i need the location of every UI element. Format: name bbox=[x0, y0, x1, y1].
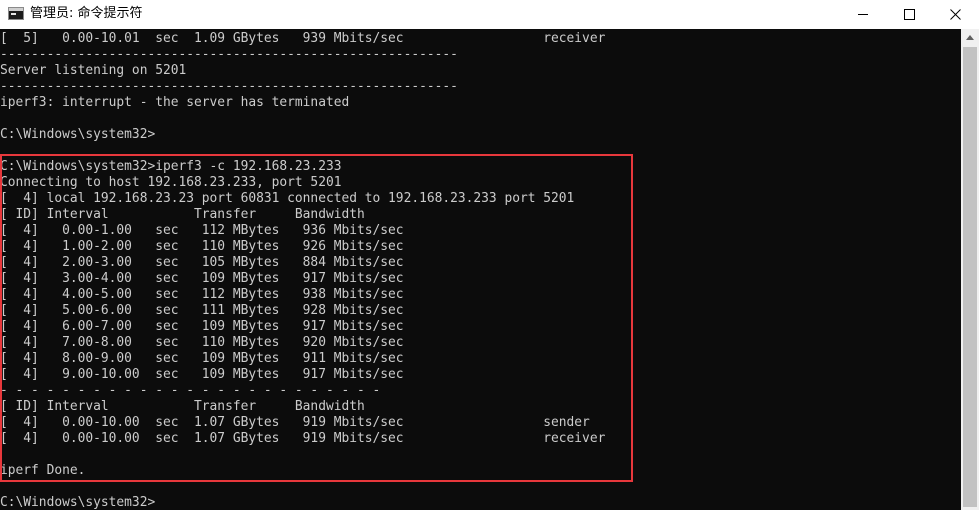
console-line: [ 5] 0.00-10.01 sec 1.09 GBytes 939 Mbit… bbox=[0, 31, 606, 46]
console-line: C:\Windows\system32> bbox=[0, 495, 156, 510]
maximize-icon bbox=[904, 9, 915, 20]
scrollbar-thumb[interactable] bbox=[963, 47, 977, 507]
console-line: ----------------------------------------… bbox=[0, 47, 458, 62]
console-line: ----------------------------------------… bbox=[0, 79, 458, 94]
vertical-scrollbar[interactable] bbox=[961, 29, 979, 510]
close-button[interactable] bbox=[932, 0, 978, 29]
console-line: Server listening on 5201 bbox=[0, 63, 187, 78]
window-title: 管理员: 命令提示符 bbox=[30, 6, 143, 21]
highlight-box bbox=[0, 154, 633, 482]
scroll-up-arrow-icon[interactable] bbox=[961, 29, 979, 46]
title-bar[interactable]: 管理员: 命令提示符 bbox=[0, 0, 979, 29]
console-output[interactable]: [ 5] 0.00-10.01 sec 1.09 GBytes 939 Mbit… bbox=[0, 29, 961, 510]
minimize-icon bbox=[858, 14, 868, 15]
maximize-button[interactable] bbox=[886, 0, 932, 29]
console-line: iperf3: interrupt - the server has termi… bbox=[0, 95, 350, 110]
minimize-button[interactable] bbox=[840, 0, 886, 29]
console-line: C:\Windows\system32> bbox=[0, 127, 156, 142]
console-icon[interactable] bbox=[8, 7, 24, 20]
close-icon bbox=[950, 9, 961, 20]
